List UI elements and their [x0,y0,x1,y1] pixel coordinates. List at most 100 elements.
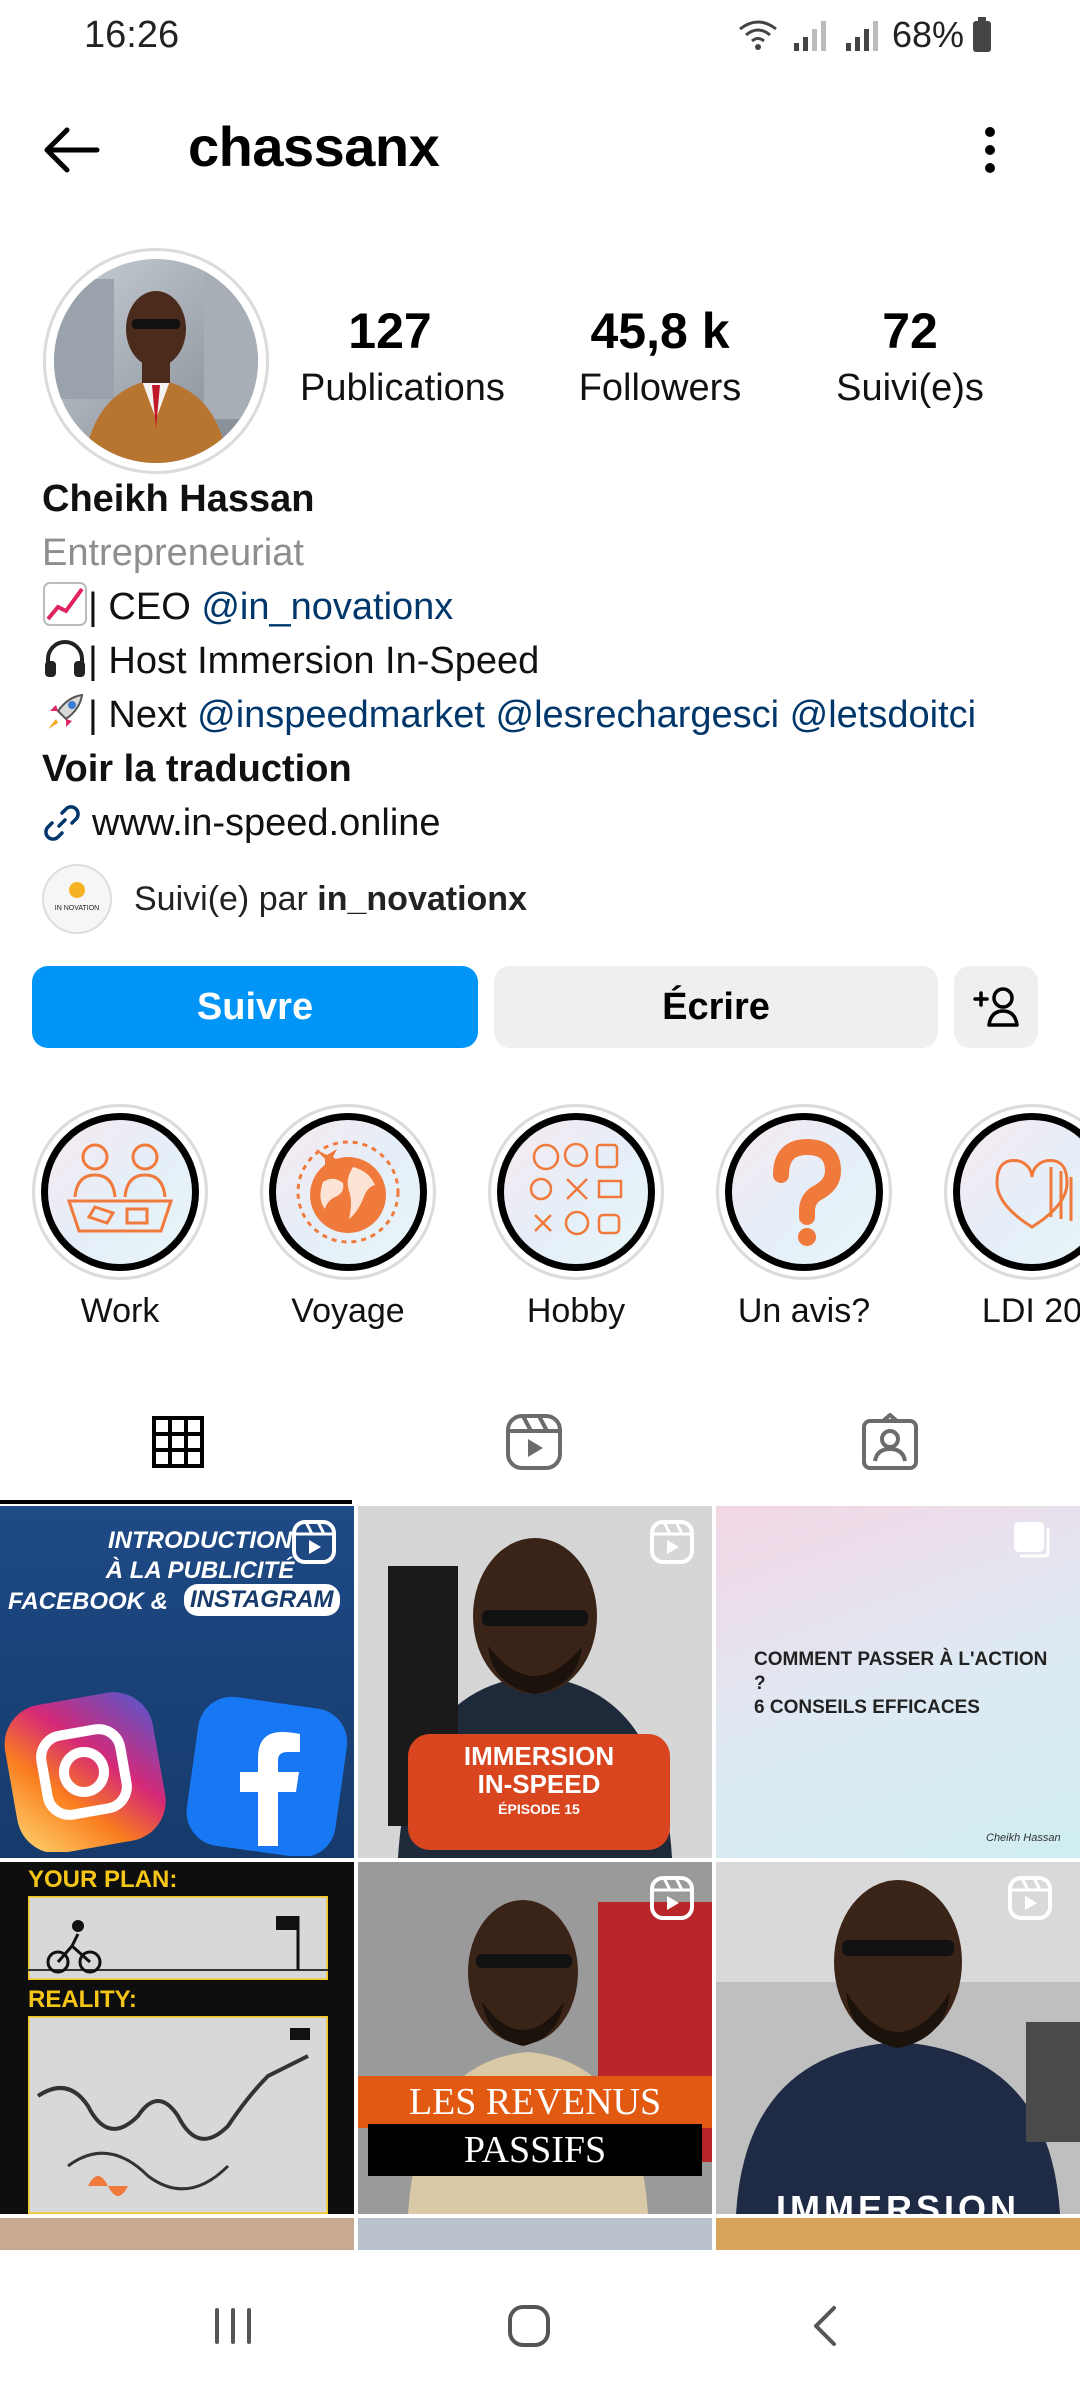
hobby-icons [529,1142,623,1236]
chevron-left-icon [814,2306,836,2346]
bio-line-2: | Host Immersion In-Speed [42,634,1052,688]
follow-button[interactable]: Suivre [32,966,478,1048]
followed-by-text: Suivi(e) par in_novationx [134,879,527,918]
profile-avatar[interactable] [43,248,269,474]
bio-text: | Next [88,694,198,736]
heart-hand-icon [995,1158,1073,1229]
bio-text: | Host Immersion In-Speed [88,640,540,682]
post-text: COMMENT PASSER À L'ACTION ? [754,1649,1048,1694]
reel-badge-icon [1008,1876,1052,1920]
more-options-button[interactable] [970,118,1010,182]
active-tab-indicator [0,1500,352,1504]
reel-badge-icon [650,1876,694,1920]
posts-grid: INTRODUCTION À LA PUBLICITÉ FACEBOOK & I… [0,1506,1080,2250]
globe-plane-icon [296,1140,400,1244]
system-nav-bar [0,2250,1080,2400]
bio-line-3: | Next @inspeedmarket @lesrechargesci @l… [42,688,1052,742]
profile-name: Cheikh Hassan [42,478,315,520]
stat-publications[interactable]: 127 Publications [300,300,505,414]
status-icons: 68% [736,14,992,56]
highlight-label: Work [80,1292,160,1330]
facebook-logo [186,1696,348,1856]
followed-by[interactable]: IN NOVATION Suivi(e) par in_novationx [42,864,527,934]
highlight-un-avis[interactable]: Un avis? [714,1104,894,1331]
mention-link[interactable]: @lesrechargesci [496,694,780,736]
arrow-left-icon [44,127,100,173]
tagged-user-icon [862,1413,918,1470]
stat-value: 127 [348,303,432,359]
stat-label: Publications [300,367,505,409]
see-translation-link[interactable]: Voir la traduction [42,742,1052,796]
highlight-hobby[interactable]: Hobby [486,1104,666,1331]
stat-followers[interactable]: 45,8 k Followers [570,300,750,414]
kebab-menu-icon [985,127,995,173]
highlight-ldi[interactable]: LDI 20 [942,1104,1080,1331]
question-mark-icon [773,1138,842,1246]
post-thumbnail[interactable]: IMMERSION [716,1862,1080,2214]
follower-avatar: IN NOVATION [42,864,112,934]
recent-apps-button[interactable] [188,2286,278,2366]
signal-2-icon [845,21,878,51]
post-text: 6 CONSEILS EFFICACES [754,1697,980,1718]
mention-link[interactable]: @in_novationx [201,586,453,628]
add-person-icon [973,987,1019,1027]
meeting-icon [66,1143,174,1233]
grid-icon [152,1416,204,1468]
post-text: INSTAGRAM [184,1584,340,1616]
highlight-work[interactable]: Work [30,1104,210,1331]
website-link[interactable]: www.in-speed.online [42,796,1052,850]
in-novation-logo: IN NOVATION [44,866,110,932]
profile-tabs [0,1380,1080,1504]
post-thumbnail[interactable]: INTRODUCTION À LA PUBLICITÉ FACEBOOK & I… [0,1506,354,1858]
post-text: LES REVENUS [408,2081,662,2123]
page-title: chassanx [188,115,440,178]
highlight-label: LDI 20 [981,1292,1080,1330]
back-button[interactable] [36,120,106,180]
bio-line-1: | CEO @in_novationx [42,580,1052,634]
svg-text:IN NOVATION: IN NOVATION [55,905,99,912]
post-text: IN-SPEED [477,1769,601,1799]
carousel-icon [1014,1522,1050,1558]
recent-apps-icon [215,2308,251,2344]
post-text: INTRODUCTION [108,1527,292,1554]
reels-icon [506,1414,562,1470]
link-icon [44,805,80,841]
suggest-users-button[interactable] [954,966,1038,1048]
rocket-icon [48,693,84,729]
tab-reels[interactable] [356,1380,712,1504]
post-text: IMMERSION [775,2188,1020,2214]
website-url: www.in-speed.online [92,802,441,844]
tab-posts-grid[interactable] [0,1380,356,1504]
post-thumbnail[interactable] [358,2218,712,2250]
post-thumbnail[interactable]: YOUR PLAN: REALITY: [0,1862,354,2214]
post-thumbnail[interactable]: COMMENT PASSER À L'ACTION ? 6 CONSEILS E… [716,1506,1080,1858]
home-button[interactable] [484,2286,574,2366]
stat-following[interactable]: 72 Suivi(e)s [820,300,1000,414]
post-thumbnail[interactable]: LES REVENUS PASSIFS [358,1862,712,2214]
highlight-label: Un avis? [737,1292,871,1330]
system-back-button[interactable] [780,2286,870,2366]
profile-bio: Cheikh Hassan Entrepreneuriat | CEO @in_… [42,472,1052,850]
wifi-icon [739,20,777,50]
post-thumbnail[interactable] [716,2218,1080,2250]
instagram-logo [4,1692,166,1852]
post-thumbnail[interactable]: IMMERSION IN-SPEED ÉPISODE 15 [358,1506,712,1858]
reality-illustration [28,2016,328,2214]
post-text: REALITY: [28,1986,137,2013]
stat-value: 72 [882,303,938,359]
mention-link[interactable]: @inspeedmarket [197,694,485,736]
highlight-voyage[interactable]: Voyage [258,1104,438,1331]
stat-value: 45,8 k [590,303,730,359]
stat-label: Suivi(e)s [836,367,984,409]
mention-link[interactable]: @letsdoitci [790,694,976,736]
stat-label: Followers [578,367,742,409]
home-icon [508,2305,550,2347]
profile-category: Entrepreneuriat [42,532,304,574]
chart-increasing-icon [43,582,87,626]
post-thumbnail[interactable] [0,2218,354,2250]
message-button[interactable]: Écrire [494,966,938,1048]
post-text: ÉPISODE 15 [498,1801,580,1817]
signal-1-icon [793,21,826,51]
headphones-icon [45,640,85,677]
tab-tagged[interactable] [712,1380,1068,1504]
